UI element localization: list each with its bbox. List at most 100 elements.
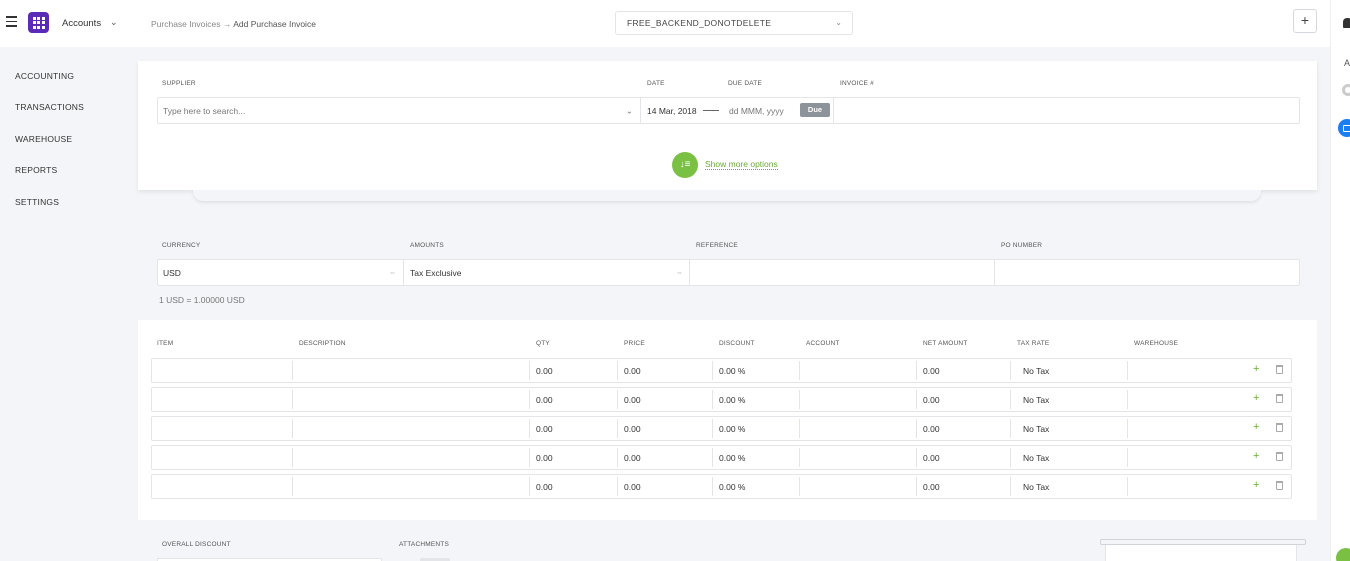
- item-input[interactable]: [152, 477, 293, 496]
- sidebar-item-reports[interactable]: REPORTS: [15, 165, 57, 175]
- tax-rate-value: No Tax: [1023, 453, 1050, 463]
- trash-icon[interactable]: [1276, 365, 1283, 374]
- chevron-down-icon[interactable]: ⌄: [626, 106, 633, 115]
- description-input[interactable]: [293, 477, 530, 496]
- qty-input[interactable]: 0.00: [530, 390, 618, 409]
- add-row-icon[interactable]: +: [1253, 392, 1259, 404]
- chat-icon[interactable]: [1336, 548, 1350, 561]
- net-amount-value: 0.00: [923, 395, 940, 405]
- trash-icon[interactable]: [1276, 452, 1283, 461]
- add-row-icon[interactable]: +: [1253, 450, 1259, 462]
- trash-icon[interactable]: [1276, 481, 1283, 490]
- reference-input[interactable]: [690, 260, 995, 285]
- price-input[interactable]: 0.00: [618, 477, 713, 496]
- discount-input[interactable]: 0.00 %: [713, 361, 800, 380]
- item-input[interactable]: [152, 448, 293, 467]
- add-button[interactable]: +: [1293, 9, 1317, 33]
- breadcrumb-arrow: →: [222, 19, 232, 29]
- warehouse-select[interactable]: [1128, 361, 1245, 380]
- hamburger-icon[interactable]: [6, 16, 17, 27]
- supplier-label: SUPPLIER: [162, 80, 196, 87]
- discount-input[interactable]: 0.00 %: [713, 477, 800, 496]
- sidebar-item-settings[interactable]: SETTINGS: [15, 197, 59, 207]
- rail-letter[interactable]: A: [1344, 58, 1350, 68]
- discount-value: 0.00 %: [719, 482, 746, 492]
- date-label: DATE: [647, 80, 665, 87]
- warehouse-select[interactable]: [1128, 419, 1245, 438]
- show-more-options-link[interactable]: Show more options: [705, 159, 778, 170]
- po-number-input[interactable]: [995, 260, 1299, 285]
- account-select[interactable]: [800, 419, 917, 438]
- tax-rate-select[interactable]: No Tax: [1011, 390, 1128, 409]
- sidebar-item-warehouse[interactable]: WAREHOUSE: [15, 134, 72, 144]
- qty-input[interactable]: 0.00: [530, 448, 618, 467]
- sidebar-item-transactions[interactable]: TRANSACTIONS: [15, 102, 84, 112]
- amounts-select[interactable]: Tax Exclusive ⇔: [404, 260, 690, 285]
- tax-rate-select[interactable]: No Tax: [1011, 361, 1128, 380]
- column-header-net-amount: NET AMOUNT: [923, 340, 968, 347]
- invoice-number-input[interactable]: [834, 98, 1299, 123]
- organization-select-value: FREE_BACKEND_DONOTDELETE: [627, 18, 772, 28]
- account-select[interactable]: [800, 448, 917, 467]
- net-amount-input[interactable]: 0.00: [917, 477, 1011, 496]
- supplier-input[interactable]: Type here to search... ⌄: [158, 98, 641, 123]
- item-input[interactable]: [152, 419, 293, 438]
- sidebar-item-accounting[interactable]: ACCOUNTING: [15, 71, 74, 81]
- organization-select[interactable]: FREE_BACKEND_DONOTDELETE ⌄: [615, 11, 853, 35]
- price-input[interactable]: 0.00: [618, 361, 713, 380]
- tax-rate-value: No Tax: [1023, 366, 1050, 376]
- due-button[interactable]: Due: [800, 103, 830, 117]
- tax-rate-select[interactable]: No Tax: [1011, 448, 1128, 467]
- price-input[interactable]: 0.00: [618, 390, 713, 409]
- qty-input[interactable]: 0.00: [530, 419, 618, 438]
- show-more-options-icon[interactable]: ↓≡: [672, 152, 698, 178]
- line-item-row: 0.00 0.00 0.00 % 0.00 No Tax +: [151, 416, 1292, 441]
- net-amount-input[interactable]: 0.00: [917, 390, 1011, 409]
- column-header-qty: QTY: [536, 340, 550, 347]
- currency-select[interactable]: USD ⇔: [158, 260, 404, 285]
- mail-icon[interactable]: [1338, 119, 1350, 137]
- qty-input[interactable]: 0.00: [530, 361, 618, 380]
- qty-value: 0.00: [536, 482, 553, 492]
- warehouse-select[interactable]: [1128, 390, 1245, 409]
- gear-icon[interactable]: [1342, 84, 1350, 96]
- add-row-icon[interactable]: +: [1253, 479, 1259, 491]
- price-value: 0.00: [624, 366, 641, 376]
- discount-input[interactable]: 0.00 %: [713, 390, 800, 409]
- price-input[interactable]: 0.00: [618, 448, 713, 467]
- description-input[interactable]: [293, 448, 530, 467]
- qty-input[interactable]: 0.00: [530, 477, 618, 496]
- date-input[interactable]: 14 Mar, 2018: [647, 106, 697, 116]
- add-row-icon[interactable]: +: [1253, 421, 1259, 433]
- price-input[interactable]: 0.00: [618, 419, 713, 438]
- apps-grid-icon[interactable]: [28, 12, 49, 33]
- net-amount-input[interactable]: 0.00: [917, 419, 1011, 438]
- account-select[interactable]: [800, 390, 917, 409]
- due-date-input[interactable]: dd MMM, yyyy: [729, 106, 784, 116]
- bell-icon[interactable]: [1343, 18, 1350, 28]
- warehouse-select[interactable]: [1128, 477, 1245, 496]
- description-input[interactable]: [293, 390, 530, 409]
- details-fields: USD ⇔ Tax Exclusive ⇔: [157, 259, 1300, 286]
- description-input[interactable]: [293, 361, 530, 380]
- item-input[interactable]: [152, 361, 293, 380]
- add-row-icon[interactable]: +: [1253, 363, 1259, 375]
- select-arrows-icon: ⇔: [389, 269, 396, 276]
- warehouse-select[interactable]: [1128, 448, 1245, 467]
- chevron-down-icon[interactable]: ⌄: [110, 17, 118, 28]
- net-amount-value: 0.00: [923, 366, 940, 376]
- trash-icon[interactable]: [1276, 423, 1283, 432]
- account-select[interactable]: [800, 477, 917, 496]
- description-input[interactable]: [293, 419, 530, 438]
- trash-icon[interactable]: [1276, 394, 1283, 403]
- breadcrumb-parent[interactable]: Purchase Invoices: [151, 19, 220, 29]
- discount-input[interactable]: 0.00 %: [713, 419, 800, 438]
- app-name[interactable]: Accounts: [62, 18, 101, 29]
- net-amount-input[interactable]: 0.00: [917, 448, 1011, 467]
- discount-input[interactable]: 0.00 %: [713, 448, 800, 467]
- tax-rate-select[interactable]: No Tax: [1011, 477, 1128, 496]
- account-select[interactable]: [800, 361, 917, 380]
- item-input[interactable]: [152, 390, 293, 409]
- tax-rate-select[interactable]: No Tax: [1011, 419, 1128, 438]
- net-amount-input[interactable]: 0.00: [917, 361, 1011, 380]
